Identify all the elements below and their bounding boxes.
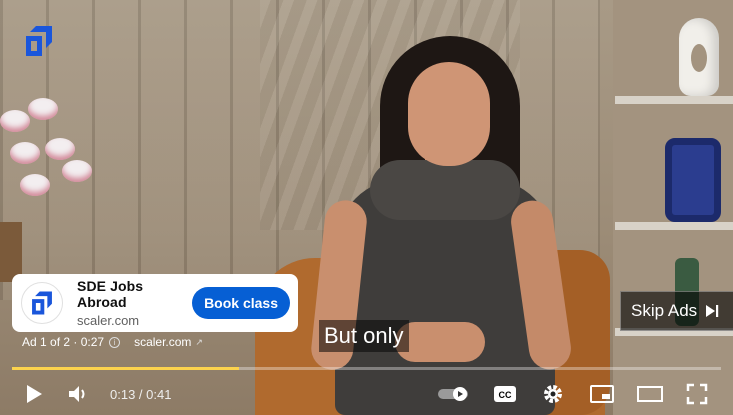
external-link-icon[interactable]: ↗ xyxy=(195,337,203,348)
presenter-scarf xyxy=(370,160,520,220)
ad-text[interactable]: SDE Jobs Abroad scaler.com xyxy=(77,278,192,328)
progress-fill xyxy=(12,367,239,370)
blue-vase xyxy=(665,138,721,222)
ad-position: Ad 1 of 2 · 0:27 xyxy=(22,335,105,349)
skip-ads-label[interactable]: Skip Ads xyxy=(631,301,697,321)
progress-bar[interactable] xyxy=(12,367,721,370)
theater-mode-button[interactable] xyxy=(636,382,664,406)
play-button[interactable] xyxy=(22,382,46,406)
video-frame[interactable] xyxy=(0,0,733,415)
advertiser-logo-icon[interactable] xyxy=(21,282,63,324)
shelf xyxy=(615,222,733,230)
skip-ads-button[interactable]: Skip Ads xyxy=(620,291,733,331)
captions-button[interactable]: CC xyxy=(492,382,518,406)
player-controls: 0:13 / 0:41 CC xyxy=(0,374,733,415)
captions-icon[interactable]: CC xyxy=(493,385,517,403)
info-icon[interactable]: i xyxy=(109,336,121,348)
orchid-flowers xyxy=(0,90,110,220)
white-vase xyxy=(679,18,719,96)
ad-domain[interactable]: scaler.com xyxy=(77,313,192,328)
presenter-hands xyxy=(395,322,485,362)
volume-button[interactable] xyxy=(66,382,92,406)
plant-stem xyxy=(0,222,22,282)
book-class-button[interactable]: Book class xyxy=(192,287,290,319)
play-icon[interactable] xyxy=(25,384,43,404)
autoplay-toggle-icon[interactable] xyxy=(437,386,471,402)
ad-meta: Ad 1 of 2 · 0:27 i scaler.com ↗ xyxy=(22,335,203,349)
settings-button[interactable] xyxy=(541,382,565,406)
ad-title[interactable]: SDE Jobs Abroad xyxy=(77,278,192,310)
subtitle-caption: But only xyxy=(319,320,409,352)
time-display: 0:13 / 0:41 xyxy=(110,387,172,402)
miniplayer-icon[interactable] xyxy=(590,385,614,403)
settings-icon[interactable] xyxy=(542,383,564,405)
miniplayer-button[interactable] xyxy=(589,382,615,406)
skip-next-icon[interactable] xyxy=(705,304,719,318)
ad-card[interactable]: SDE Jobs Abroad scaler.com Book class xyxy=(12,274,298,332)
theater-icon[interactable] xyxy=(637,385,663,403)
ad-link[interactable]: scaler.com xyxy=(134,335,191,349)
fullscreen-icon[interactable] xyxy=(686,383,708,405)
volume-icon[interactable] xyxy=(68,384,90,404)
channel-logo-icon[interactable] xyxy=(22,24,56,58)
shelf xyxy=(615,96,733,104)
fullscreen-button[interactable] xyxy=(685,382,709,406)
presenter-face xyxy=(408,62,490,166)
captions-label: CC xyxy=(499,390,512,400)
autoplay-toggle[interactable] xyxy=(437,382,471,406)
